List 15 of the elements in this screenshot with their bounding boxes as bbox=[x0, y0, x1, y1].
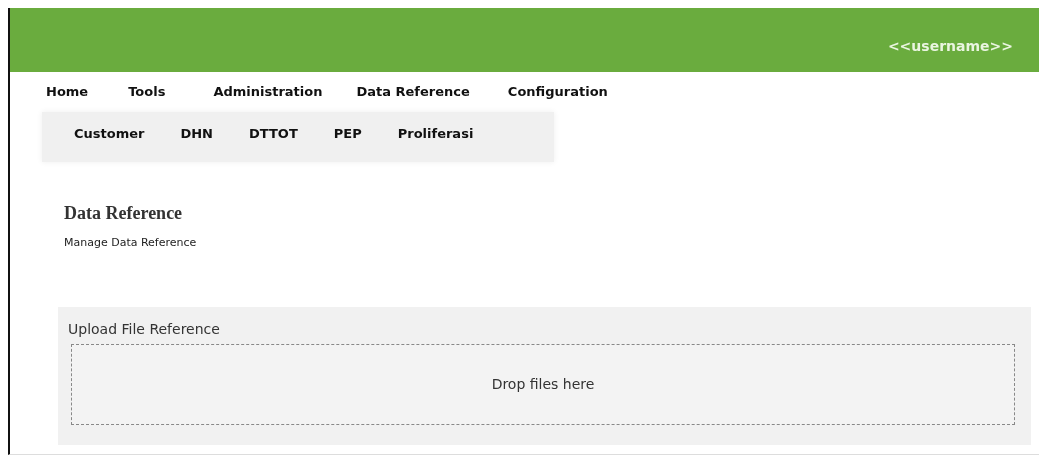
submenu-item[interactable]: DHN bbox=[180, 123, 213, 162]
submenu-item[interactable]: Customer bbox=[74, 123, 145, 162]
submenu-item[interactable]: PEP bbox=[333, 123, 362, 162]
page-title: Data Reference bbox=[64, 201, 184, 225]
menu-item[interactable]: Data Reference bbox=[356, 82, 470, 102]
menu-item[interactable]: Configuration bbox=[507, 82, 608, 102]
submenu-item[interactable]: Proliferasi bbox=[397, 123, 474, 162]
menu-item[interactable]: Home bbox=[46, 82, 89, 102]
page-subtitle: Manage Data Reference bbox=[64, 234, 198, 251]
drop-zone[interactable]: Drop files here bbox=[71, 344, 1015, 425]
menu-item[interactable]: Tools bbox=[128, 82, 166, 102]
username: <<username>> bbox=[887, 37, 1013, 56]
menu-item[interactable]: Administration bbox=[213, 82, 323, 102]
upload-title: Upload File Reference bbox=[68, 320, 221, 339]
submenu-item[interactable]: DTTOT bbox=[249, 123, 298, 162]
